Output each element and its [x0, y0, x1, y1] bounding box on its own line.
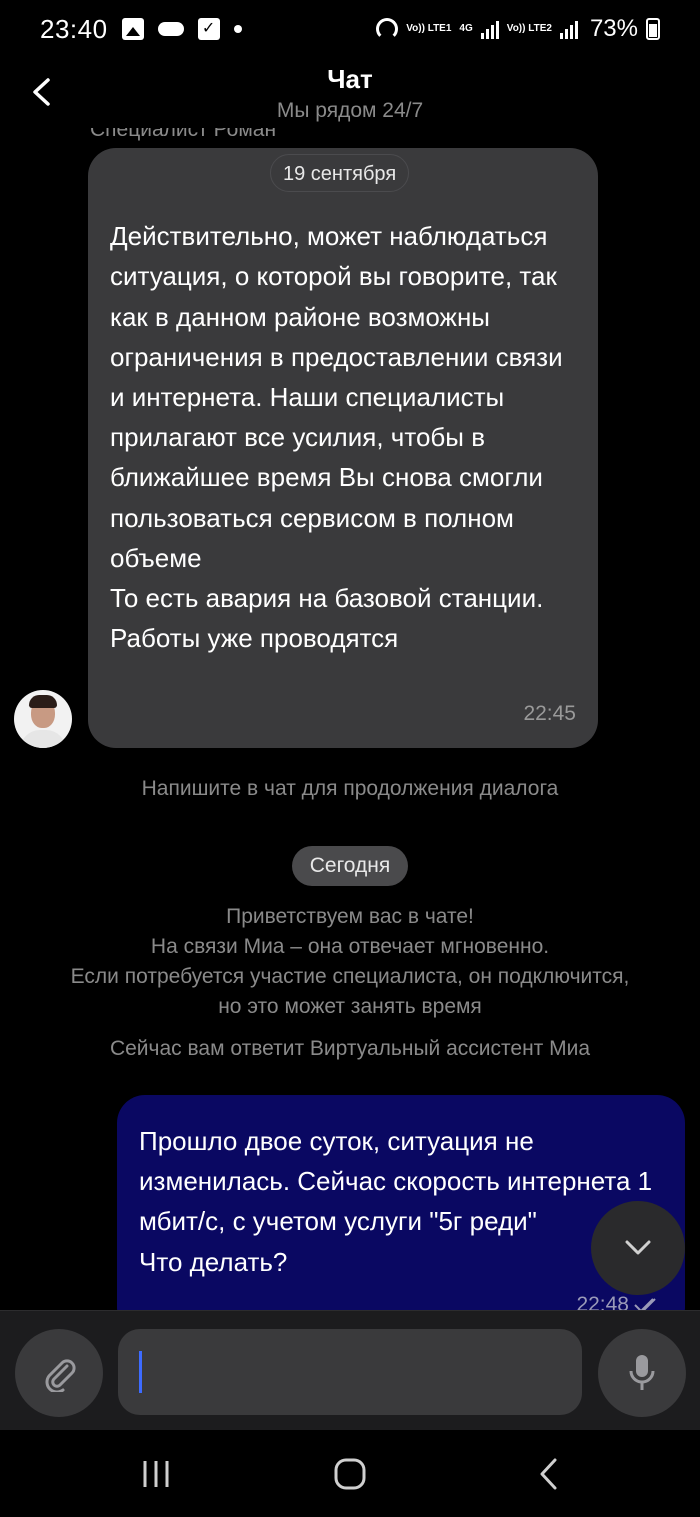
- chat-header: Чат Мы рядом 24/7: [0, 58, 700, 128]
- network-type: 4G: [459, 23, 473, 34]
- microphone-button[interactable]: [598, 1329, 686, 1417]
- page-title: Чат: [327, 64, 373, 94]
- page-subtitle: Мы рядом 24/7: [276, 99, 424, 122]
- attach-button[interactable]: [15, 1329, 103, 1417]
- outgoing-message[interactable]: Прошло двое суток, ситуация не изменилас…: [117, 1095, 685, 1310]
- incoming-message-time: 22:45: [523, 701, 576, 725]
- system-nav-bar: [0, 1430, 700, 1517]
- sender-name: Специалист Роман: [90, 128, 277, 141]
- double-check-icon: [634, 1298, 656, 1310]
- checkbox-icon: ✓: [197, 18, 220, 40]
- continue-hint: Напишите в чат для продолжения диалога: [141, 777, 559, 800]
- welcome-line: На связи Миа – она отвечает мгновенно.: [150, 935, 550, 958]
- network-label-1: Vo)) LTE1: [406, 23, 452, 34]
- paperclip-icon: [45, 1359, 76, 1392]
- status-time: 23:40: [40, 13, 108, 44]
- back-button[interactable]: [26, 72, 56, 112]
- text-cursor: [139, 1351, 142, 1393]
- welcome-message: Приветствуем вас в чате! На связи Миа – …: [0, 902, 700, 1022]
- avatar[interactable]: [14, 690, 72, 748]
- status-bar: 23:40 ✓ Vo)) LTE1 4G Vo)) LTE2 73%: [0, 0, 700, 58]
- welcome-line: но это может занять время: [218, 995, 482, 1018]
- chat-area[interactable]: Специалист Роман Действительно, может на…: [0, 128, 700, 1310]
- hotspot-icon: [376, 18, 399, 40]
- recent-apps-icon: [143, 1461, 169, 1487]
- gallery-icon: [121, 18, 144, 40]
- notification-dot-icon: [233, 25, 242, 33]
- assistant-note: Сейчас вам ответит Виртуальный ассистент…: [109, 1037, 591, 1060]
- system-back-button[interactable]: [530, 1452, 566, 1496]
- signal-icon-2: [559, 19, 578, 39]
- today-pill: Сегодня: [292, 846, 408, 886]
- scroll-down-button[interactable]: [591, 1201, 685, 1295]
- message-input[interactable]: [118, 1329, 582, 1415]
- outgoing-message-text: Прошло двое суток, ситуация не изменилас…: [139, 1126, 653, 1277]
- network-label-2: Vo)) LTE2: [506, 23, 552, 34]
- microphone-icon: [629, 1355, 655, 1390]
- recent-apps-button[interactable]: [136, 1452, 176, 1496]
- back-arrow-icon: [540, 1458, 557, 1490]
- message-input-bar: [0, 1310, 700, 1430]
- battery-icon: [646, 18, 660, 40]
- welcome-line: Приветствуем вас в чате!: [226, 905, 474, 928]
- date-pill: 19 сентября: [270, 154, 410, 192]
- signal-icon: [480, 19, 499, 39]
- home-icon: [334, 1458, 366, 1490]
- chevron-down-icon: [625, 1240, 651, 1255]
- welcome-line: Если потребуется участие специалиста, он…: [70, 965, 630, 988]
- incoming-message-text: Действительно, может наблюдаться ситуаци…: [110, 221, 563, 654]
- battery-percent: 73%: [589, 15, 638, 42]
- incoming-message[interactable]: Действительно, может наблюдаться ситуаци…: [88, 148, 598, 748]
- cloud-icon: [157, 22, 184, 36]
- chevron-left-icon: [33, 78, 50, 106]
- home-button[interactable]: [330, 1452, 370, 1496]
